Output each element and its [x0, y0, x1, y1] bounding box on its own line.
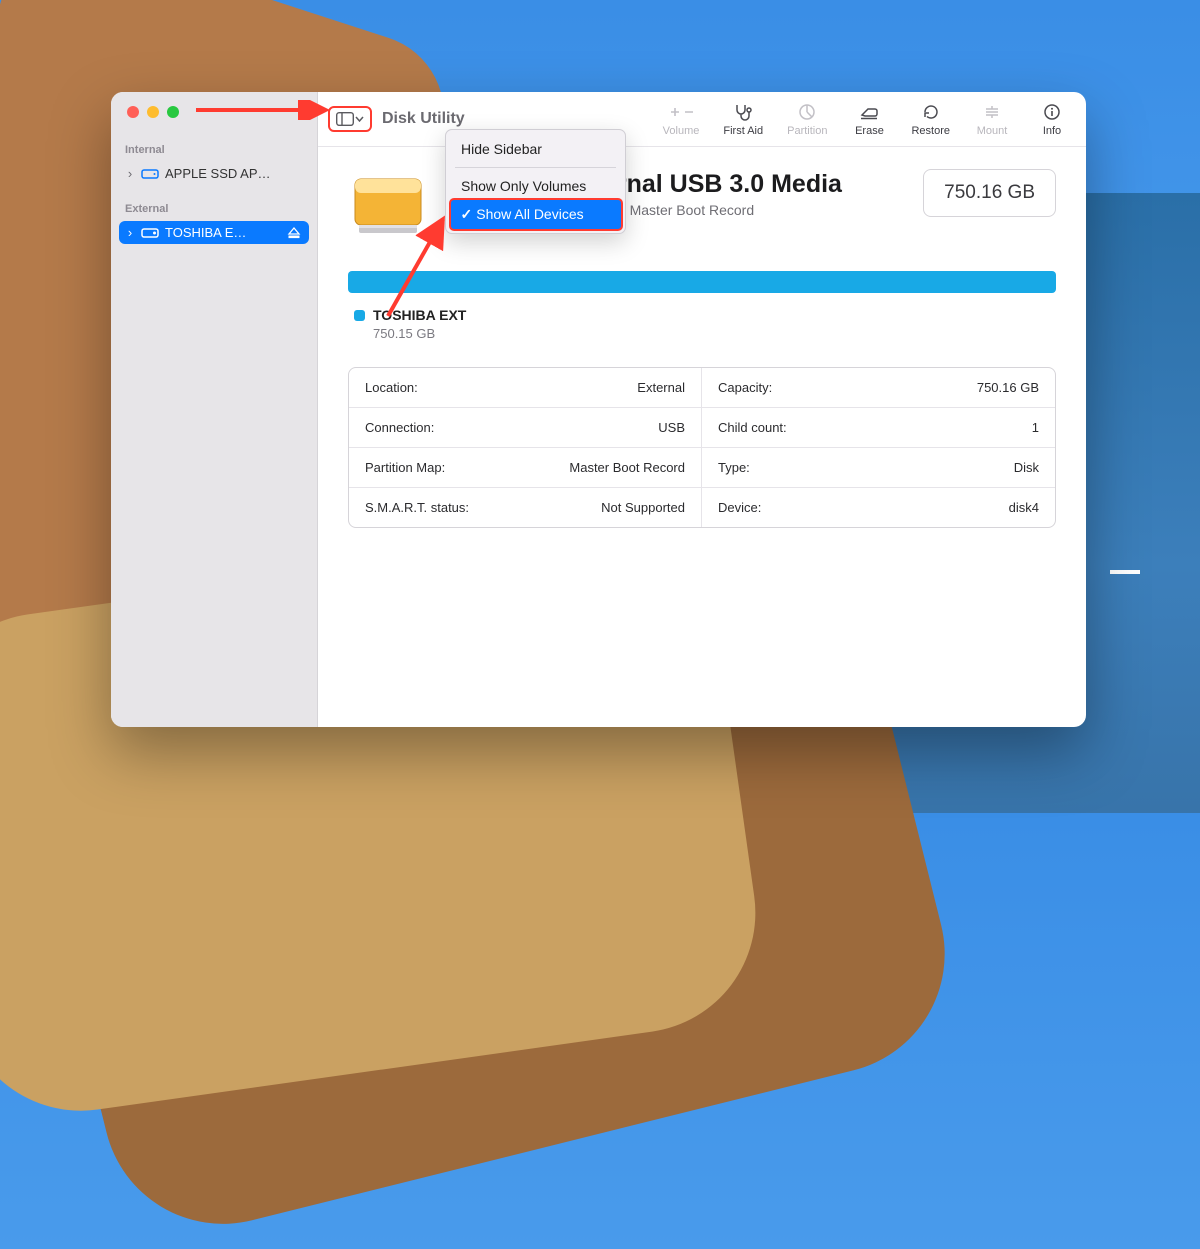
info-button[interactable]: Info — [1034, 102, 1070, 137]
info-key: Partition Map: — [365, 460, 445, 475]
toolbar-items: Volume First Aid Partition — [663, 102, 1070, 137]
stethoscope-icon — [733, 102, 753, 122]
wallpaper-boat — [1110, 570, 1140, 574]
sidebar-item-label: APPLE SSD AP… — [165, 166, 303, 181]
info-row: Type: Disk — [702, 448, 1055, 488]
plus-minus-icon — [666, 102, 696, 122]
info-icon — [1043, 102, 1061, 122]
info-key: Device: — [718, 500, 761, 515]
toolbar-label: First Aid — [723, 125, 763, 137]
info-row: Child count: 1 — [702, 408, 1055, 448]
annotation-arrow — [378, 211, 458, 321]
sidebar-section-external: External — [111, 187, 317, 219]
info-value: Master Boot Record — [569, 460, 685, 475]
capacity-badge: 750.16 GB — [923, 169, 1056, 217]
info-value: USB — [658, 420, 685, 435]
info-row: Partition Map: Master Boot Record — [349, 448, 702, 488]
info-key: Connection: — [365, 420, 434, 435]
first-aid-button[interactable]: First Aid — [723, 102, 763, 137]
info-row: Device: disk4 — [702, 488, 1055, 527]
sidebar-item-external-disk[interactable]: › TOSHIBA E… — [119, 221, 309, 244]
minimize-window-button[interactable] — [147, 106, 159, 118]
info-key: Type: — [718, 460, 750, 475]
info-row: Location: External — [349, 368, 702, 408]
info-value: Not Supported — [601, 500, 685, 515]
view-options-menu: Hide Sidebar Show Only Volumes ✓ Show Al… — [445, 129, 626, 234]
external-disk-icon — [141, 226, 159, 240]
partition-button: Partition — [787, 102, 827, 137]
info-value: disk4 — [1009, 500, 1039, 515]
main-pane: Disk Utility Volume First Aid — [318, 92, 1086, 727]
internal-disk-icon — [141, 167, 159, 181]
info-value: 1 — [1032, 420, 1039, 435]
toolbar-label: Volume — [663, 125, 700, 137]
drive-info-table: Location: External Capacity: 750.16 GB C… — [348, 367, 1056, 528]
toolbar: Disk Utility Volume First Aid — [318, 92, 1086, 147]
menu-item-label: Show All Devices — [476, 206, 583, 222]
info-value: Disk — [1014, 460, 1039, 475]
annotation-arrow — [196, 100, 346, 120]
info-row: Connection: USB — [349, 408, 702, 448]
info-row: Capacity: 750.16 GB — [702, 368, 1055, 408]
mount-icon — [983, 102, 1001, 122]
sidebar-item-label: TOSHIBA E… — [165, 225, 281, 240]
toolbar-label: Restore — [911, 125, 950, 137]
menu-separator — [455, 167, 616, 168]
info-key: Capacity: — [718, 380, 772, 395]
info-key: Child count: — [718, 420, 787, 435]
info-value: External — [637, 380, 685, 395]
toolbar-label: Info — [1043, 125, 1061, 137]
restore-button[interactable]: Restore — [911, 102, 950, 137]
checkmark-icon: ✓ — [461, 206, 473, 223]
info-row: S.M.A.R.T. status: Not Supported — [349, 488, 702, 527]
sidebar-section-internal: Internal — [111, 128, 317, 160]
restore-icon — [922, 102, 940, 122]
disk-utility-window: Internal › APPLE SSD AP… External › TOSH… — [111, 92, 1086, 727]
zoom-window-button[interactable] — [167, 106, 179, 118]
menu-show-all-devices[interactable]: ✓ Show All Devices — [449, 198, 623, 231]
info-value: 750.16 GB — [977, 380, 1039, 395]
volume-size: 750.15 GB — [373, 326, 1056, 341]
chevron-right-icon: › — [125, 166, 135, 181]
pie-icon — [798, 102, 816, 122]
erase-icon — [859, 102, 879, 122]
mount-button: Mount — [974, 102, 1010, 137]
volume-button: Volume — [663, 102, 700, 137]
close-window-button[interactable] — [127, 106, 139, 118]
sidebar: Internal › APPLE SSD AP… External › TOSH… — [111, 92, 318, 727]
chevron-down-icon — [355, 112, 364, 126]
menu-show-only-volumes[interactable]: Show Only Volumes — [451, 172, 620, 200]
erase-button[interactable]: Erase — [851, 102, 887, 137]
toolbar-label: Erase — [855, 125, 884, 137]
legend-swatch — [354, 310, 365, 321]
toolbar-label: Partition — [787, 125, 827, 137]
info-key: S.M.A.R.T. status: — [365, 500, 469, 515]
menu-hide-sidebar[interactable]: Hide Sidebar — [451, 135, 620, 163]
app-title: Disk Utility — [382, 110, 465, 128]
info-key: Location: — [365, 380, 418, 395]
eject-icon[interactable] — [287, 226, 303, 240]
chevron-right-icon: › — [125, 225, 135, 240]
sidebar-item-internal-disk[interactable]: › APPLE SSD AP… — [119, 162, 309, 185]
toolbar-label: Mount — [977, 125, 1008, 137]
